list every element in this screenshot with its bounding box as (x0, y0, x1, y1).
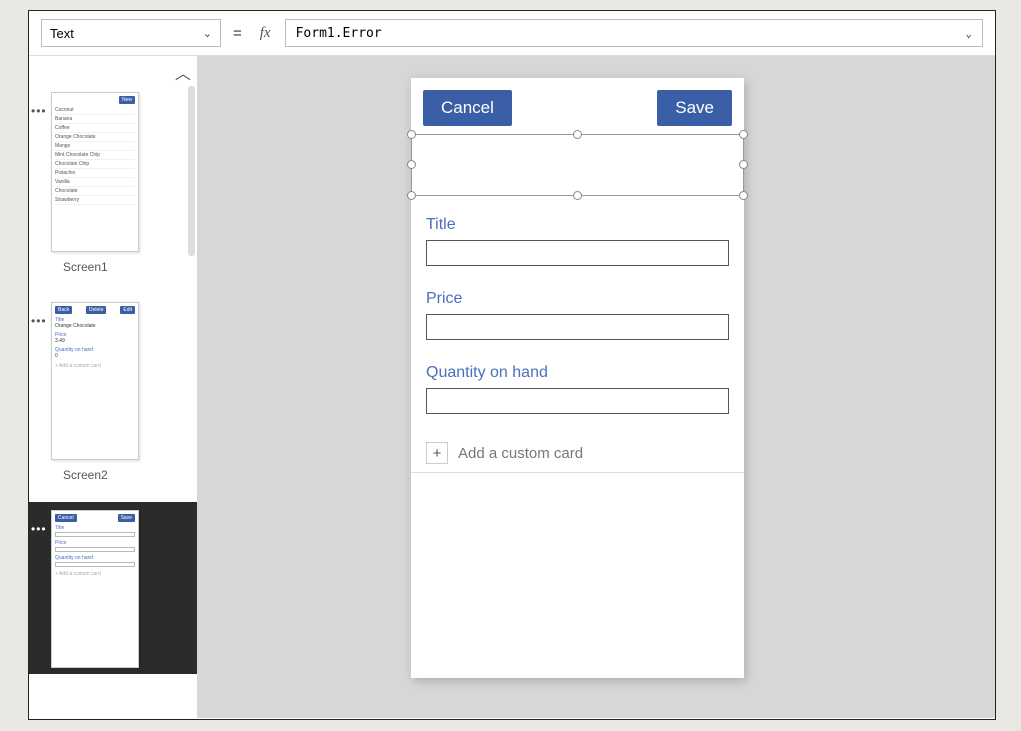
back-button-mini: Back (55, 306, 72, 314)
thumbnail-label: Screen1 (63, 260, 183, 274)
new-button-mini: New (119, 96, 135, 104)
mini-add-card: + Add a custom card (55, 571, 135, 577)
add-custom-card-label: Add a custom card (458, 445, 583, 462)
thumbnail-label: Screen2 (63, 468, 183, 482)
list-item: Pistachio (55, 169, 135, 178)
formula-input[interactable]: Form1.Error ⌄ (285, 19, 983, 47)
mini-input (55, 532, 135, 537)
list-item: Vanilla (55, 178, 135, 187)
more-icon[interactable]: ••• (31, 522, 47, 536)
mini-input (55, 562, 135, 567)
property-selector-label: Text (50, 26, 74, 41)
design-canvas[interactable]: Cancel Save Title Price (197, 56, 995, 718)
mini-input (55, 547, 135, 552)
mini-label: Title (55, 525, 135, 531)
main-area: ︿ ••• New Coconut Banana Coffee Orange C… (29, 56, 995, 718)
scroll-up-icon[interactable]: ︿ (29, 56, 197, 84)
title-input[interactable] (426, 240, 729, 266)
resize-handle[interactable] (573, 191, 582, 200)
thumbnail-screen2-preview: Back Delete Edit Title Orange Chocolate … (51, 302, 139, 460)
mini-label: Quantity on hand (55, 555, 135, 561)
more-icon[interactable]: ••• (31, 314, 47, 328)
resize-handle[interactable] (407, 130, 416, 139)
price-input[interactable] (426, 314, 729, 340)
cancel-button-mini: Cancel (55, 514, 77, 522)
more-icon[interactable]: ••• (31, 104, 47, 118)
field-label-price: Price (426, 290, 729, 308)
thumbnail-screen1-preview: New Coconut Banana Coffee Orange Chocola… (51, 92, 139, 252)
mini-value: 0 (55, 353, 135, 359)
list-item: Mango (55, 142, 135, 151)
mini-label: Price (55, 540, 135, 546)
form-header: Cancel Save (411, 78, 744, 136)
app-frame: Text ⌄ = fx Form1.Error ⌄ ︿ ••• New Coco… (28, 10, 996, 720)
thumbnail-screen2[interactable]: ••• Back Delete Edit Title Orange Chocol… (29, 294, 197, 502)
formula-bar: Text ⌄ = fx Form1.Error ⌄ (29, 11, 995, 56)
mini-value: Orange Chocolate (55, 323, 135, 329)
list-item: Orange Chocolate (55, 133, 135, 142)
save-button[interactable]: Save (657, 90, 732, 126)
field-label-qty: Quantity on hand (426, 364, 729, 382)
list-item: Banana (55, 115, 135, 124)
resize-handle[interactable] (573, 130, 582, 139)
resize-handle[interactable] (407, 160, 416, 169)
edit-button-mini: Edit (120, 306, 135, 314)
property-selector[interactable]: Text ⌄ (41, 19, 221, 47)
list-item: Strawberry (55, 196, 135, 205)
save-button-mini: Save (118, 514, 135, 522)
list-item: Chocolate Chip (55, 160, 135, 169)
screen-thumbnails-panel: ︿ ••• New Coconut Banana Coffee Orange C… (29, 56, 197, 718)
delete-button-mini: Delete (86, 306, 106, 314)
thumbnail-screen1[interactable]: ••• New Coconut Banana Coffee Orange Cho… (29, 84, 197, 294)
qty-input[interactable] (426, 388, 729, 414)
list-item: Coffee (55, 124, 135, 133)
chevron-down-icon: ⌄ (203, 27, 212, 40)
phone-preview: Cancel Save Title Price (411, 78, 744, 678)
selection-box[interactable] (411, 134, 744, 196)
list-item: Chocolate (55, 187, 135, 196)
resize-handle[interactable] (739, 130, 748, 139)
chevron-down-icon: ⌄ (965, 27, 972, 40)
cancel-button[interactable]: Cancel (423, 90, 512, 126)
mini-add-card: + Add a custom card (55, 363, 135, 369)
list-item: Mint Chocolate Chip (55, 151, 135, 160)
list-item: Coconut (55, 106, 135, 115)
thumbnail-screen3-selected[interactable]: ••• Cancel Save Title Price Quantity on … (29, 502, 197, 674)
formula-text: Form1.Error (296, 26, 382, 41)
mini-value: 3.49 (55, 338, 135, 344)
field-label-title: Title (426, 216, 729, 234)
resize-handle[interactable] (739, 191, 748, 200)
phone-footer-blank (411, 472, 744, 678)
add-custom-card[interactable]: + Add a custom card (426, 442, 729, 464)
fx-icon: fx (254, 25, 277, 42)
thumbnail-screen3-preview: Cancel Save Title Price Quantity on hand… (51, 510, 139, 668)
form-body: Title Price Quantity on hand + Add a cus… (411, 196, 744, 478)
resize-handle[interactable] (407, 191, 416, 200)
equals-sign: = (229, 25, 246, 42)
plus-icon: + (426, 442, 448, 464)
resize-handle[interactable] (739, 160, 748, 169)
